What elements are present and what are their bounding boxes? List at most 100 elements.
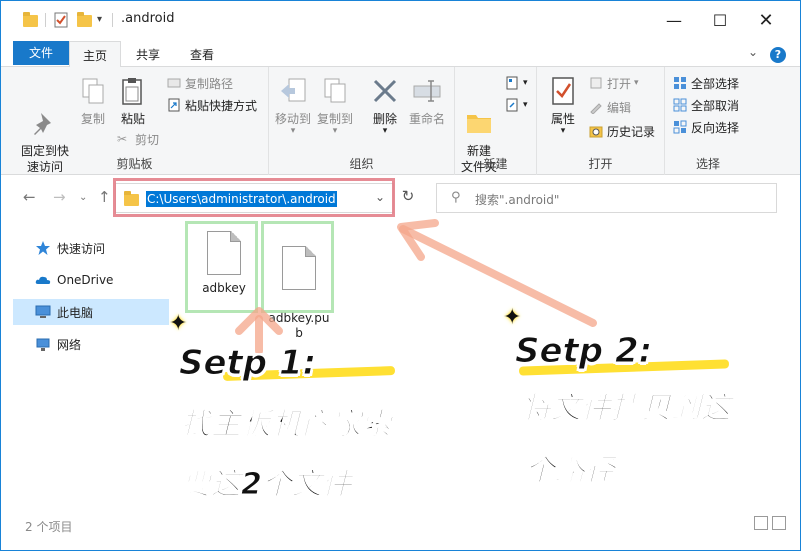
- new-item-icon: [505, 76, 519, 90]
- address-dropdown-icon[interactable]: ⌄: [375, 190, 385, 204]
- open-group: 属性 ▾ 打开 ▾ 编辑 历史记录 打开: [537, 67, 665, 175]
- file-adbkey[interactable]: adbkey: [194, 231, 254, 296]
- rename-icon: [411, 75, 443, 107]
- ribbon: 固定到快 速访问 复制 粘贴 复制路径 粘贴快捷方式 ✂ 剪切 剪贴板 移动到 …: [1, 67, 800, 175]
- cloud-icon: [35, 272, 51, 288]
- nav-item-network[interactable]: 网络: [13, 331, 169, 357]
- properties-button[interactable]: 属性 ▾: [543, 75, 583, 136]
- window-title: .android: [121, 11, 175, 26]
- sparkle-icon: ✦: [503, 305, 522, 330]
- invert-selection-icon: [673, 120, 687, 134]
- new-group-label: 新建: [483, 157, 508, 171]
- clipboard-icon: [117, 75, 149, 107]
- search-placeholder: 搜索".android": [475, 193, 560, 207]
- rename-button[interactable]: 重命名: [405, 75, 449, 127]
- step1-title: Setp 1:: [178, 343, 317, 384]
- separator: [45, 13, 46, 27]
- address-folder-icon: [124, 191, 139, 206]
- recent-locations-chevron-icon[interactable]: ⌄: [79, 192, 87, 203]
- help-icon[interactable]: ?: [770, 47, 786, 63]
- computer-icon: [35, 304, 51, 320]
- pin-icon: [29, 91, 61, 135]
- address-path[interactable]: C:\Users\administrator\.android: [146, 191, 337, 207]
- copy-button[interactable]: 复制: [75, 75, 111, 127]
- edit-button[interactable]: 编辑: [589, 97, 631, 117]
- new-folder-quick-icon[interactable]: [77, 12, 92, 28]
- open-icon: [589, 76, 603, 90]
- explorer-window: ▾ .android — ☐ ✕ 文件 主页 共享 查看 ⌄ ? 固定到快 速访…: [0, 0, 801, 551]
- search-box[interactable]: ⚲ 搜索".android": [436, 183, 777, 213]
- navigation-bar: ← → ⌄ ↑ C:\Users\administrator\.android …: [1, 176, 800, 220]
- copy-path-icon: [167, 76, 181, 90]
- large-icons-view-icon[interactable]: [772, 516, 786, 530]
- forward-arrow-icon[interactable]: →: [53, 188, 66, 206]
- step1-line1: 找主板机商家索: [181, 407, 392, 443]
- search-icon: ⚲: [451, 190, 461, 205]
- properties-icon: [547, 75, 579, 107]
- open-button[interactable]: 打开 ▾: [589, 73, 639, 93]
- file-adbkey-pub[interactable]: adbkey.pu b: [266, 231, 332, 341]
- history-button[interactable]: 历史记录: [589, 121, 655, 141]
- new-group: 新建 文件夹 ▾ ▾ 新建: [455, 67, 537, 175]
- ribbon-tabs: 文件 主页 共享 查看 ⌄ ?: [1, 39, 800, 68]
- step2-line1: 将文件拷贝到这: [521, 391, 732, 427]
- star-icon: [35, 240, 51, 256]
- folder-icon: [23, 12, 38, 28]
- select-all-button[interactable]: 全部选择: [673, 73, 739, 93]
- back-arrow-icon[interactable]: ←: [23, 188, 36, 206]
- select-none-button[interactable]: 全部取消: [673, 95, 739, 115]
- collapse-ribbon-icon[interactable]: ⌄: [748, 45, 758, 59]
- sparkle-icon: ✦: [169, 311, 188, 336]
- refresh-icon[interactable]: ↻: [399, 187, 417, 205]
- tab-file[interactable]: 文件: [13, 41, 69, 65]
- up-arrow-icon[interactable]: ↑: [98, 188, 111, 206]
- edit-icon: [589, 100, 603, 115]
- close-button[interactable]: ✕: [743, 1, 789, 39]
- step1-line2: 要这2个文件: [181, 467, 353, 503]
- paste-shortcut-button[interactable]: 粘贴快捷方式: [167, 95, 257, 115]
- paste-shortcut-icon: [167, 98, 181, 112]
- delete-button[interactable]: 删除 ▾: [367, 75, 403, 136]
- network-icon: [35, 336, 51, 352]
- tab-share[interactable]: 共享: [125, 41, 171, 67]
- new-item-button[interactable]: ▾: [505, 73, 528, 93]
- nav-item-quick-access[interactable]: 快速访问: [13, 235, 169, 261]
- cut-button[interactable]: ✂ 剪切: [117, 129, 159, 149]
- item-count: 2 个项目: [25, 520, 73, 534]
- tab-view[interactable]: 查看: [179, 41, 225, 67]
- easy-access-button[interactable]: ▾: [505, 95, 528, 115]
- clipboard-group-label: 剪贴板: [116, 157, 153, 171]
- copy-to-icon: [319, 75, 351, 107]
- copy-icon: [77, 75, 109, 107]
- invert-selection-button[interactable]: 反向选择: [673, 117, 739, 137]
- clipboard-group: 固定到快 速访问 复制 粘贴 复制路径 粘贴快捷方式 ✂ 剪切 剪贴板: [1, 67, 269, 175]
- step2-line2: 个路径: [525, 453, 616, 489]
- select-all-icon: [673, 76, 687, 90]
- properties-quick-icon[interactable]: [53, 12, 69, 28]
- view-toggle: [754, 516, 786, 530]
- delete-x-icon: [369, 75, 401, 107]
- organize-group-label: 组织: [349, 157, 374, 171]
- details-view-icon[interactable]: [754, 516, 768, 530]
- move-to-icon: [277, 75, 309, 107]
- easy-access-icon: [505, 98, 519, 112]
- tab-home[interactable]: 主页: [69, 41, 121, 68]
- copy-path-button[interactable]: 复制路径: [167, 73, 233, 93]
- copy-to-button[interactable]: 复制到 ▾: [315, 75, 355, 136]
- select-none-icon: [673, 98, 687, 112]
- history-icon: [589, 124, 603, 138]
- navigation-pane: 快速访问 OneDrive 此电脑 网络: [1, 221, 170, 521]
- move-to-button[interactable]: 移动到 ▾: [273, 75, 313, 136]
- new-folder-icon: [463, 91, 495, 133]
- organize-group: 移动到 ▾ 复制到 ▾ 删除 ▾ 重命名 组织: [269, 67, 455, 175]
- title-bar: ▾ .android — ☐ ✕: [1, 1, 800, 39]
- address-bar[interactable]: C:\Users\administrator\.android ⌄: [115, 183, 394, 213]
- maximize-button[interactable]: ☐: [697, 1, 743, 39]
- nav-item-this-pc[interactable]: 此电脑: [13, 299, 169, 325]
- select-group-label: 选择: [695, 157, 720, 171]
- minimize-button[interactable]: —: [651, 1, 697, 39]
- separator: [112, 13, 113, 27]
- customize-quick-access-icon[interactable]: ▾: [97, 14, 102, 30]
- paste-button[interactable]: 粘贴: [115, 75, 151, 127]
- nav-item-onedrive[interactable]: OneDrive: [13, 267, 169, 293]
